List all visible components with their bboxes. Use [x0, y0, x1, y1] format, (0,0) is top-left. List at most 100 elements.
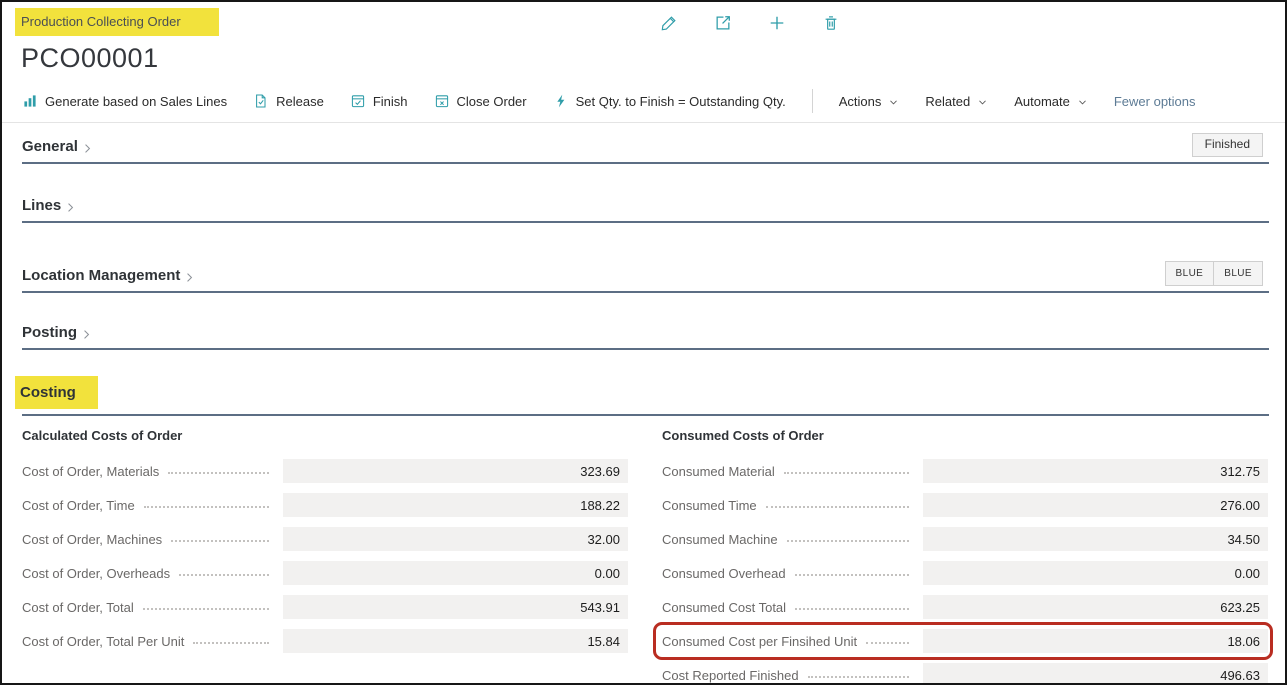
- trash-icon: [822, 14, 840, 32]
- page-header: Production Collecting Order PCO00001: [2, 2, 1285, 74]
- section-location-management: Location Management BLUE BLUE: [22, 261, 1269, 293]
- toolbar-separator: [812, 89, 813, 113]
- cost-field-label: Cost of Order, Total Per Unit: [22, 634, 184, 649]
- cost-field-label: Consumed Machine: [662, 532, 778, 547]
- section-lines-toggle[interactable]: Lines: [22, 196, 77, 216]
- fewer-options-button[interactable]: Fewer options: [1114, 94, 1196, 109]
- cost-field-label: Consumed Time: [662, 498, 757, 513]
- section-general-toggle[interactable]: General: [22, 137, 94, 157]
- header-icon-button[interactable]: [706, 6, 740, 40]
- dotted-leader: [179, 574, 268, 576]
- cost-field-label: Cost of Order, Overheads: [22, 566, 170, 581]
- action-bar-commands: Generate based on Sales Lines Release Fi…: [22, 93, 786, 109]
- cost-field-value[interactable]: 15.84: [283, 629, 628, 653]
- cost-field-row: Consumed Overhead 0.00: [662, 561, 1268, 585]
- dotted-leader: [168, 472, 268, 474]
- action-bar-menus: Actions Related Automate: [839, 94, 1088, 109]
- dotted-leader: [193, 642, 268, 644]
- toolbar-menu-button[interactable]: Actions: [839, 94, 900, 109]
- cost-field-label: Cost of Order, Materials: [22, 464, 159, 479]
- chevron-down-icon: [1077, 95, 1088, 108]
- lightning-icon: [553, 93, 569, 109]
- grid-check-icon: [350, 93, 366, 109]
- cost-field-row: Cost of Order, Total 543.91: [22, 595, 628, 619]
- toolbar-menu-button[interactable]: Related: [925, 94, 988, 109]
- header-icon-button[interactable]: [652, 6, 686, 40]
- bar-chart-icon: [22, 93, 38, 109]
- toolbar-action-button[interactable]: Set Qty. to Finish = Outstanding Qty.: [553, 93, 786, 109]
- calculated-costs-column: Calculated Costs of Order Cost of Order,…: [22, 428, 628, 685]
- dotted-leader: [784, 472, 909, 474]
- header-icon-button[interactable]: [760, 6, 794, 40]
- section-costing: Costing: [22, 376, 1269, 416]
- cost-field-label: Consumed Overhead: [662, 566, 786, 581]
- costing-fields: Calculated Costs of Order Cost of Order,…: [22, 428, 1269, 685]
- cost-field-value[interactable]: 623.25: [923, 595, 1268, 619]
- cost-field-value[interactable]: 0.00: [923, 561, 1268, 585]
- page-title: PCO00001: [21, 43, 1269, 74]
- cost-field-value[interactable]: 496.63: [923, 663, 1268, 685]
- header-action-icons: [652, 6, 848, 40]
- cost-field-label: Consumed Cost Total: [662, 600, 786, 615]
- consumed-costs-rows: Consumed Material 312.75 Consumed Time 2: [662, 459, 1268, 685]
- cost-field-row: Cost of Order, Machines 32.00: [22, 527, 628, 551]
- cost-field-label: Consumed Cost per Finsihed Unit: [662, 634, 857, 649]
- dotted-leader: [808, 676, 909, 678]
- cost-field-row: Cost Reported Finished 496.63: [662, 663, 1268, 685]
- app-window: Production Collecting Order PCO00001: [0, 0, 1287, 685]
- cost-field-row: Consumed Cost Total 623.25: [662, 595, 1268, 619]
- share-icon: [714, 14, 732, 32]
- cost-field-row: Cost of Order, Materials 323.69: [22, 459, 628, 483]
- toolbar-action-button[interactable]: Close Order: [434, 93, 527, 109]
- cost-field-value[interactable]: 34.50: [923, 527, 1268, 551]
- toolbar-action-button[interactable]: Release: [253, 93, 324, 109]
- cost-field-value[interactable]: 543.91: [283, 595, 628, 619]
- cost-field-row: Cost of Order, Time 188.22: [22, 493, 628, 517]
- cost-field-value[interactable]: 32.00: [283, 527, 628, 551]
- consumed-costs-column: Consumed Costs of Order Consumed Materia…: [662, 428, 1268, 685]
- chevron-right-icon: [183, 269, 196, 284]
- location-badge-blue-2[interactable]: BLUE: [1213, 261, 1263, 286]
- dotted-leader: [143, 608, 269, 610]
- chevron-down-icon: [888, 95, 899, 108]
- location-badge-blue-1[interactable]: BLUE: [1165, 261, 1215, 286]
- section-lines: Lines: [22, 196, 1269, 223]
- status-badge-finished[interactable]: Finished: [1192, 133, 1263, 157]
- dotted-leader: [766, 506, 909, 508]
- dotted-leader: [144, 506, 269, 508]
- column-header-calculated: Calculated Costs of Order: [22, 428, 628, 446]
- toolbar-action-button[interactable]: Generate based on Sales Lines: [22, 93, 227, 109]
- section-posting-toggle[interactable]: Posting: [22, 323, 93, 343]
- section-location-toggle[interactable]: Location Management: [22, 266, 196, 286]
- cost-field-row: Consumed Machine 34.50: [662, 527, 1268, 551]
- cost-field-label: Cost of Order, Total: [22, 600, 134, 615]
- dotted-leader: [866, 642, 908, 644]
- toolbar-menu-button[interactable]: Automate: [1014, 94, 1088, 109]
- section-posting: Posting: [22, 323, 1269, 350]
- dotted-leader: [795, 574, 909, 576]
- cost-field-value[interactable]: 312.75: [923, 459, 1268, 483]
- column-header-consumed: Consumed Costs of Order: [662, 428, 1268, 446]
- chevron-right-icon: [80, 326, 93, 341]
- cost-field-label: Cost of Order, Time: [22, 498, 135, 513]
- chevron-right-icon: [64, 199, 77, 214]
- cost-field-row: Cost of Order, Total Per Unit 15.84: [22, 629, 628, 653]
- cost-field-value[interactable]: 18.06: [923, 629, 1268, 653]
- cost-field-value[interactable]: 323.69: [283, 459, 628, 483]
- cost-field-row: Consumed Cost per Finsihed Unit 18.06: [662, 629, 1268, 653]
- section-general: General Finished: [22, 133, 1269, 164]
- page-caption: Production Collecting Order: [15, 8, 219, 36]
- toolbar-action-button[interactable]: Finish: [350, 93, 408, 109]
- cost-field-label: Consumed Material: [662, 464, 775, 479]
- grid-close-icon: [434, 93, 450, 109]
- cost-field-value[interactable]: 188.22: [283, 493, 628, 517]
- dotted-leader: [171, 540, 268, 542]
- action-bar: Generate based on Sales Lines Release Fi…: [2, 80, 1285, 123]
- chevron-down-icon: [977, 95, 988, 108]
- section-costing-label: Costing: [15, 376, 98, 409]
- header-icon-button[interactable]: [814, 6, 848, 40]
- cost-field-value[interactable]: 276.00: [923, 493, 1268, 517]
- cost-field-label: Cost Reported Finished: [662, 668, 799, 683]
- section-costing-toggle[interactable]: Costing: [22, 376, 98, 409]
- cost-field-value[interactable]: 0.00: [283, 561, 628, 585]
